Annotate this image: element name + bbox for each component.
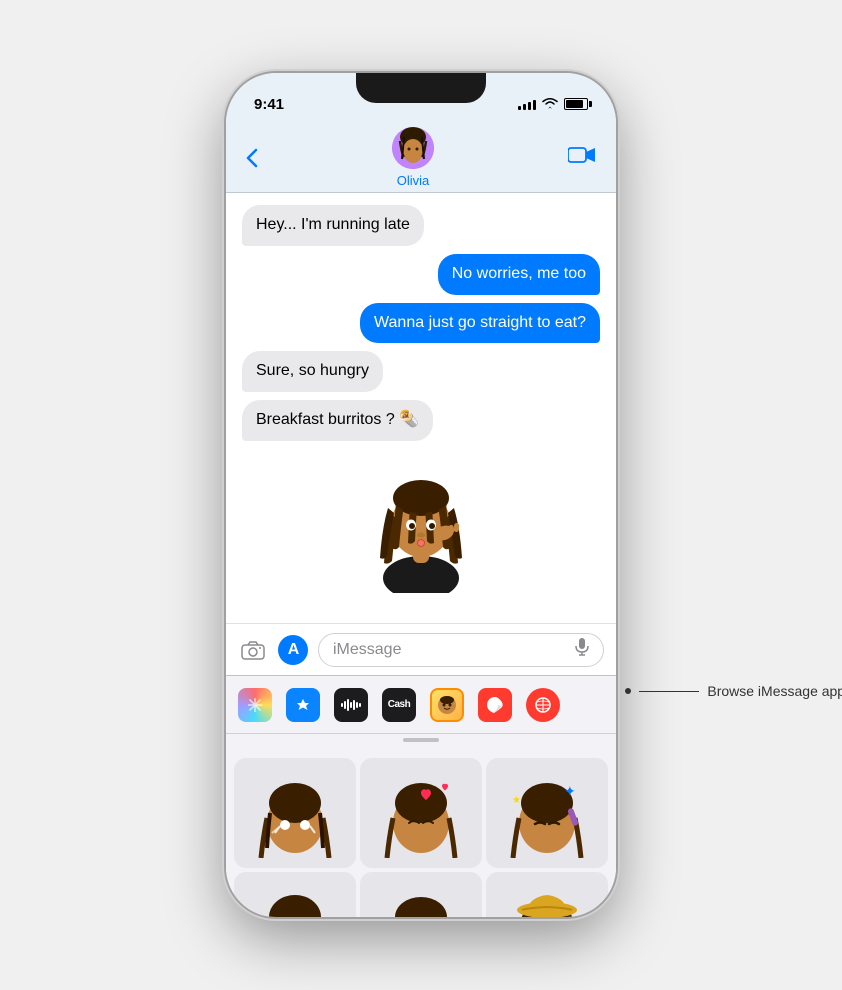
memoji-sticker [242, 453, 600, 593]
wifi-icon [542, 97, 558, 112]
nav-bar: Olivia [226, 123, 616, 193]
apple-cash-icon[interactable]: Cash [382, 688, 416, 722]
memoji-sticker-svg [356, 453, 486, 593]
signal-bar-4 [533, 100, 536, 110]
input-bar: A iMessage [226, 623, 616, 675]
message-input[interactable]: iMessage [318, 633, 604, 667]
annotation: Browse iMessage apps. [625, 683, 842, 699]
back-button[interactable] [246, 148, 258, 168]
mic-icon[interactable] [575, 638, 589, 661]
browse-icon[interactable] [526, 688, 560, 722]
input-placeholder: iMessage [333, 641, 401, 659]
message-bubble-5[interactable]: Breakfast burritos ? 🌯 [242, 400, 433, 441]
signal-bars [518, 98, 536, 110]
message-row-5[interactable]: Breakfast burritos ? 🌯 [242, 400, 600, 441]
message-bubble-1[interactable]: Hey... I'm running late [242, 205, 424, 246]
audio-icon[interactable] [334, 688, 368, 722]
drag-handle [403, 738, 439, 742]
video-call-button[interactable] [568, 145, 596, 171]
battery-fill [566, 100, 583, 108]
stickers-icon[interactable] [478, 688, 512, 722]
apps-button[interactable]: A [278, 635, 308, 665]
message-row-1[interactable]: Hey... I'm running late [242, 205, 600, 246]
contact-name: Olivia [397, 173, 430, 188]
annotation-dot [625, 688, 631, 694]
sticker-5[interactable] [360, 872, 482, 917]
status-time: 9:41 [254, 96, 284, 113]
message-bubble-3[interactable]: Wanna just go straight to eat? [360, 303, 600, 344]
memoji-icon[interactable] [430, 688, 464, 722]
sticker-grid: ✦ ★ [226, 750, 616, 917]
sticker-2[interactable] [360, 758, 482, 868]
app-strip: Cash [226, 676, 616, 734]
signal-bar-3 [528, 102, 531, 110]
messages-area: Hey... I'm running late No worries, me t… [226, 193, 616, 623]
message-row-2[interactable]: No worries, me too [242, 254, 600, 295]
message-row-3[interactable]: Wanna just go straight to eat? [242, 303, 600, 344]
camera-button[interactable] [238, 635, 268, 665]
signal-bar-1 [518, 106, 521, 110]
message-bubble-4[interactable]: Sure, so hungry [242, 351, 383, 392]
contact-avatar [392, 127, 434, 169]
sticker-1[interactable] [234, 758, 356, 868]
appstore-icon[interactable] [286, 688, 320, 722]
phone-frame: 9:41 [226, 73, 616, 917]
signal-bar-2 [523, 104, 526, 110]
sticker-3[interactable]: ✦ ★ [486, 758, 608, 868]
message-bubble-2[interactable]: No worries, me too [438, 254, 600, 295]
sticker-6[interactable] [486, 872, 608, 917]
sticker-4[interactable] [234, 872, 356, 917]
annotation-text: Browse iMessage apps. [707, 683, 842, 699]
annotation-line [639, 691, 699, 692]
battery-icon [564, 98, 588, 110]
message-row-4[interactable]: Sure, so hungry [242, 351, 600, 392]
status-icons [518, 97, 588, 112]
svg-text:★: ★ [512, 795, 521, 806]
photos-app-icon[interactable] [238, 688, 272, 722]
nav-center[interactable]: Olivia [392, 127, 434, 188]
drag-handle-container [226, 734, 616, 750]
svg-text:✦: ✦ [564, 783, 576, 799]
notch [356, 73, 486, 103]
